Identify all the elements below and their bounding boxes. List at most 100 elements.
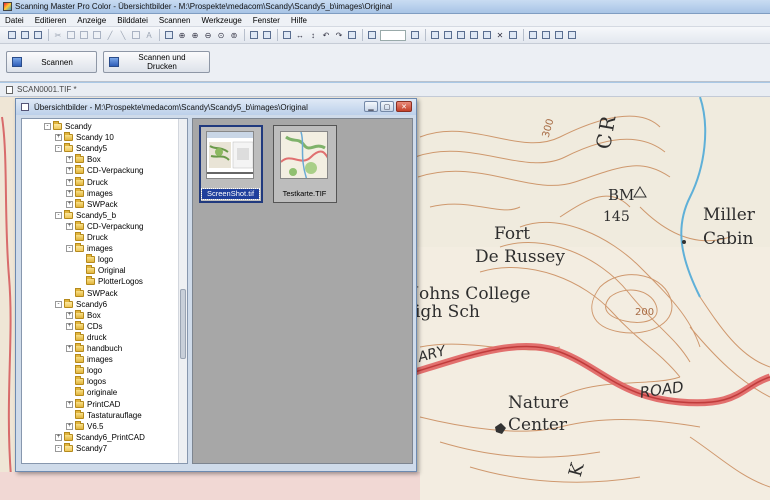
paste-icon[interactable] <box>79 30 89 40</box>
menu-hilfe[interactable]: Hilfe <box>291 16 307 25</box>
crop-icon[interactable] <box>92 30 102 40</box>
scan-and-print-button[interactable]: Scannen und Drucken <box>103 51 210 73</box>
flip-vertical-icon[interactable]: ↕ <box>308 30 318 40</box>
maximize-button[interactable]: ▢ <box>380 101 394 112</box>
pen-icon[interactable]: ╱ <box>105 30 115 40</box>
contrast-icon[interactable] <box>456 30 466 40</box>
expand-icon[interactable]: + <box>55 134 62 142</box>
scrollbar-thumb[interactable] <box>180 289 186 359</box>
tree-item[interactable]: + images <box>66 187 113 199</box>
layers-icon[interactable] <box>508 30 518 40</box>
zoom-100-icon[interactable]: ⊚ <box>229 30 239 40</box>
tree-item[interactable]: Druck <box>66 232 108 243</box>
zoom-area-icon[interactable]: ⊙ <box>216 30 226 40</box>
page-icon[interactable] <box>410 30 420 40</box>
expand-icon[interactable]: + <box>66 400 73 408</box>
delete-icon[interactable]: ✕ <box>495 30 505 40</box>
collapse-icon[interactable]: - <box>55 211 62 219</box>
minimize-button[interactable]: ▁ <box>364 101 378 112</box>
tree-item[interactable]: - Scandy <box>44 121 92 132</box>
color-icon[interactable] <box>430 30 440 40</box>
tree-item[interactable]: images <box>66 354 113 365</box>
select-icon[interactable] <box>164 30 174 40</box>
thumbnail-testkarte[interactable]: Testkarte.TIF <box>273 125 337 203</box>
collapse-icon[interactable]: - <box>55 300 62 308</box>
thumbnail-view-icon[interactable] <box>554 30 564 40</box>
copy-icon[interactable] <box>66 30 76 40</box>
tree-item[interactable]: + SWPack <box>66 198 118 210</box>
menu-anzeige[interactable]: Anzeige <box>77 16 106 25</box>
mirror-icon[interactable] <box>347 30 357 40</box>
levels-icon[interactable] <box>469 30 479 40</box>
tree-item[interactable]: logos <box>66 376 106 387</box>
tree-item[interactable]: - images <box>66 243 113 254</box>
tree-item[interactable]: + Scandy 10 <box>55 132 114 143</box>
tree-item[interactable]: Original <box>77 265 126 276</box>
expand-icon[interactable]: + <box>66 422 73 430</box>
open-icon[interactable] <box>7 30 17 40</box>
tree-item[interactable]: - Scandy5_b <box>55 209 116 221</box>
collapse-icon[interactable]: - <box>44 123 51 130</box>
collapse-icon[interactable]: - <box>55 145 62 153</box>
tree-item[interactable]: + V6.5 <box>66 420 103 432</box>
zoom-fit-icon[interactable]: ⊕ <box>177 30 187 40</box>
cut-icon[interactable]: ✂ <box>53 30 63 40</box>
collapse-icon[interactable]: - <box>55 444 62 452</box>
folder-tree-scrollbar[interactable] <box>178 119 187 463</box>
tree-item[interactable]: logo <box>77 254 113 265</box>
tree-item[interactable]: - Scandy5 <box>55 143 107 154</box>
zoom-out-icon[interactable]: ⊖ <box>203 30 213 40</box>
app-title-bar[interactable]: Scanning Master Pro Color - Übersichtbil… <box>0 0 770 14</box>
tree-item[interactable]: logo <box>66 365 102 376</box>
menu-scannen[interactable]: Scannen <box>159 16 191 25</box>
expand-icon[interactable]: + <box>55 433 62 441</box>
flip-horizontal-icon[interactable]: ↔ <box>295 30 305 40</box>
tree-item[interactable]: SWPack <box>66 287 118 299</box>
expand-icon[interactable]: + <box>66 178 73 186</box>
expand-icon[interactable]: + <box>66 311 73 319</box>
zoom-icon[interactable] <box>367 30 377 40</box>
expand-icon[interactable]: + <box>66 200 73 208</box>
frame-icon[interactable] <box>282 30 292 40</box>
line-icon[interactable]: ╲ <box>118 30 128 40</box>
rotate-right-icon[interactable]: ↷ <box>334 30 344 40</box>
tree-item[interactable]: + Scandy6_PrintCAD <box>55 431 145 443</box>
zoom-in-icon[interactable]: ⊕ <box>190 30 200 40</box>
tree-item[interactable]: Tastaturauflage <box>66 409 142 421</box>
rotate-left-icon[interactable]: ↶ <box>321 30 331 40</box>
tree-item[interactable]: + Box <box>66 309 101 321</box>
expand-icon[interactable]: + <box>66 345 73 352</box>
overview-window-title-bar[interactable]: Übersichtbilder - M:\Prospekte\medacom\S… <box>16 99 416 115</box>
brightness-icon[interactable] <box>443 30 453 40</box>
save-icon[interactable] <box>20 30 30 40</box>
expand-icon[interactable]: + <box>66 167 73 175</box>
tree-item[interactable]: druck <box>66 331 107 343</box>
thumbnail-screenshot[interactable]: ScreenShot.tif <box>199 125 263 203</box>
tree-item[interactable]: - Scandy6 <box>55 298 107 310</box>
details-view-icon[interactable] <box>567 30 577 40</box>
tree-item[interactable]: + Box <box>66 154 101 165</box>
tree-item[interactable]: + CD-Verpackung <box>66 165 143 176</box>
tree-item[interactable]: originale <box>66 387 117 398</box>
eraser-icon[interactable] <box>131 30 141 40</box>
tree-item[interactable]: + CDs <box>66 320 103 332</box>
collapse-icon[interactable]: - <box>66 245 73 253</box>
expand-icon[interactable]: + <box>66 222 73 230</box>
tree-item[interactable]: + handbuch <box>66 343 122 354</box>
folder-tree[interactable]: - Scandy + Scandy 10- Scandy5 + Box + CD-Verpack… <box>21 118 188 464</box>
tree-item[interactable]: + Druck <box>66 176 108 188</box>
scan-print-icon[interactable] <box>262 30 272 40</box>
grid-view-icon[interactable] <box>541 30 551 40</box>
tree-item[interactable]: + CD-Verpackung <box>66 220 143 232</box>
print-icon[interactable] <box>33 30 43 40</box>
tree-item[interactable]: - Scandy7 <box>55 442 107 454</box>
menu-datei[interactable]: Datei <box>5 16 24 25</box>
scan-button[interactable]: Scannen <box>6 51 97 73</box>
list-view-icon[interactable] <box>528 30 538 40</box>
filter-icon[interactable] <box>482 30 492 40</box>
tree-item[interactable]: PlotterLogos <box>77 276 143 287</box>
menu-fenster[interactable]: Fenster <box>253 16 280 25</box>
tree-item[interactable]: + PrintCAD <box>66 398 120 410</box>
menu-editieren[interactable]: Editieren <box>35 16 67 25</box>
menu-werkzeuge[interactable]: Werkzeuge <box>201 16 241 25</box>
